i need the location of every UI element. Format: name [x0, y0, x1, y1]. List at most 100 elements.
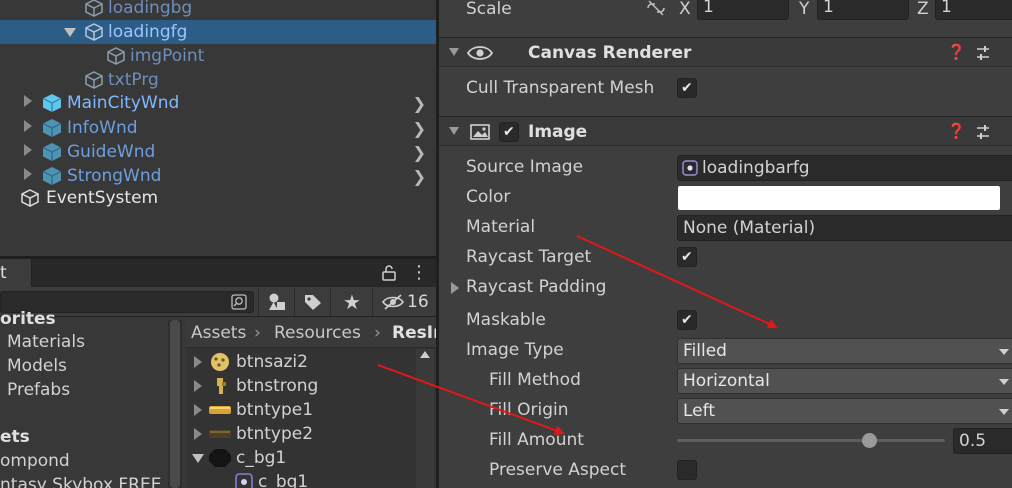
tag-icon — [305, 295, 321, 310]
fill-amount-slider[interactable] — [677, 433, 945, 448]
hierarchy-item-strongwnd[interactable]: StrongWnd ❯ — [0, 164, 436, 188]
breadcrumb: Assets › Resources › ResIm — [186, 318, 436, 348]
raycast-target-label: Raycast Target — [466, 247, 592, 267]
search-scope-icon[interactable] — [231, 294, 249, 311]
hierarchy-item-infownd[interactable]: InfoWnd ❯ — [0, 116, 436, 140]
hidden-packages-toggle[interactable]: 16 — [372, 288, 436, 316]
constrain-proportions-icon[interactable] — [645, 0, 667, 16]
asset-item-btntype1[interactable]: btntype1 — [186, 398, 436, 422]
canvas-renderer-header[interactable]: Canvas Renderer ❓ — [439, 37, 1012, 67]
help-icon[interactable]: ❓ — [947, 43, 966, 61]
image-type-dropdown[interactable]: Filled — [677, 338, 1012, 364]
scroll-up-icon[interactable] — [420, 351, 430, 358]
hierarchy-item-loadingbg[interactable]: loadingbg — [0, 0, 436, 20]
chevron-right-icon[interactable]: ❯ — [413, 119, 426, 138]
fold-arrow-icon[interactable] — [24, 144, 32, 156]
favorites-button[interactable]: ★ — [330, 288, 372, 316]
project-tab-bar: t ⋮ — [0, 259, 436, 287]
chevron-right-icon[interactable]: ❯ — [413, 167, 426, 186]
scale-y-field[interactable]: 1 — [817, 0, 909, 20]
chevron-right-icon[interactable]: ❯ — [413, 94, 426, 113]
settings-sliders-icon[interactable] — [975, 45, 991, 61]
hierarchy-item-guidewnd[interactable]: GuideWnd ❯ — [0, 140, 436, 164]
chevron-right-icon[interactable]: ❯ — [413, 143, 426, 162]
favorites-item-prefabs[interactable]: Prefabs — [7, 378, 70, 402]
hierarchy-item-eventsystem[interactable]: EventSystem — [0, 186, 436, 210]
hierarchy-item-maincitywnd[interactable]: MainCityWnd ❯ — [0, 91, 436, 115]
cull-transparent-mesh-checkbox[interactable]: ✔ — [677, 78, 697, 98]
canvas-renderer-title: Canvas Renderer — [528, 43, 692, 63]
favorites-item-materials[interactable]: Materials — [7, 330, 85, 354]
maskable-checkbox[interactable]: ✔ — [677, 310, 697, 330]
breadcrumb-assets[interactable]: Assets — [191, 318, 246, 348]
slider-thumb[interactable] — [861, 433, 877, 448]
assets-tree-item[interactable]: ompond — [0, 449, 70, 473]
preserve-aspect-label: Preserve Aspect — [489, 460, 627, 480]
fold-arrow-icon[interactable] — [64, 28, 76, 37]
preserve-aspect-checkbox[interactable] — [677, 460, 697, 480]
eye-slash-icon — [382, 294, 404, 310]
color-swatch[interactable] — [678, 186, 1000, 210]
image-component-icon — [470, 124, 490, 140]
asset-item-btnstrong[interactable]: btnstrong — [186, 374, 436, 398]
more-options-icon[interactable]: ⋮ — [410, 261, 428, 285]
fold-arrow-icon[interactable] — [24, 168, 32, 180]
favorites-heading: orites — [0, 309, 56, 329]
breadcrumb-resources[interactable]: Resources — [274, 318, 361, 348]
scale-x-field[interactable]: 1 — [697, 0, 789, 20]
scrollbar-thumb[interactable] — [170, 320, 180, 488]
asset-list-scrollbar[interactable] — [416, 349, 434, 488]
tab-project[interactable]: t — [0, 259, 32, 287]
breadcrumb-current[interactable]: ResIm — [392, 318, 436, 348]
help-icon[interactable]: ❓ — [947, 122, 966, 140]
fold-arrow-icon[interactable] — [24, 120, 32, 132]
asset-item-btntype2[interactable]: btntype2 — [186, 422, 436, 446]
folder-tree-scrollbar[interactable] — [168, 320, 182, 488]
hierarchy-item-label: EventSystem — [46, 188, 159, 208]
fill-amount-field[interactable]: 0.5 — [953, 428, 1012, 454]
fill-method-value: Horizontal — [683, 371, 770, 391]
fill-method-dropdown[interactable]: Horizontal — [677, 368, 1012, 394]
fold-arrow-icon[interactable] — [194, 404, 202, 416]
raycast-target-checkbox[interactable]: ✔ — [677, 247, 697, 267]
hierarchy-item-txtprg[interactable]: txtPrg — [0, 68, 436, 92]
fold-arrow-icon[interactable] — [24, 95, 32, 107]
fill-origin-dropdown[interactable]: Left — [677, 398, 1012, 424]
cull-transparent-mesh-label: Cull Transparent Mesh — [466, 78, 655, 98]
prefab-icon — [42, 143, 62, 161]
asset-item-c-bg1[interactable]: c_bg1 — [186, 446, 436, 470]
fold-arrow-icon[interactable] — [194, 356, 202, 368]
favorites-item-models[interactable]: Models — [7, 354, 67, 378]
sprite-icon — [682, 160, 698, 176]
hierarchy-item-imgpoint[interactable]: imgPoint — [0, 44, 436, 68]
fold-arrow-icon[interactable] — [192, 454, 204, 463]
asset-label: btnstrong — [236, 376, 319, 396]
lock-icon[interactable] — [382, 265, 396, 281]
fill-amount-value: 0.5 — [959, 431, 987, 451]
asset-item-btnsazi2[interactable]: btnsazi2 — [186, 350, 436, 374]
source-image-field[interactable]: loadingbarfg — [677, 155, 1012, 181]
foldout-arrow-icon[interactable] — [451, 282, 459, 294]
scale-z-field[interactable]: 1 — [935, 0, 1012, 20]
fold-arrow-icon[interactable] — [194, 428, 202, 440]
assets-tree-item[interactable]: ntasy Skybox FREE — [0, 473, 161, 488]
image-type-value: Filled — [683, 341, 727, 361]
gameobject-icon — [107, 47, 125, 65]
hierarchy-item-loadingfg[interactable]: loadingfg — [0, 20, 436, 44]
fill-method-label: Fill Method — [489, 370, 581, 390]
filter-by-label-button[interactable] — [294, 288, 330, 316]
settings-sliders-icon[interactable] — [975, 124, 991, 140]
filter-by-type-button[interactable] — [258, 288, 294, 316]
project-asset-list: Assets › Resources › ResIm btnsazi2 btns… — [186, 318, 436, 488]
image-enabled-checkbox[interactable]: ✔ — [499, 122, 519, 142]
raycast-padding-label[interactable]: Raycast Padding — [466, 272, 606, 302]
asset-item-c-bg1-sprite[interactable]: c_bg1 — [186, 470, 436, 488]
hierarchy-item-label: StrongWnd — [67, 166, 162, 186]
image-component-header[interactable]: ✔ Image ❓ — [439, 116, 1012, 146]
color-label: Color — [466, 187, 511, 207]
foldout-arrow-icon[interactable] — [449, 48, 459, 56]
fold-arrow-icon[interactable] — [194, 380, 202, 392]
foldout-arrow-icon[interactable] — [449, 127, 459, 135]
material-field[interactable]: None (Material) — [677, 215, 1012, 241]
hierarchy-item-label: GuideWnd — [67, 142, 156, 162]
